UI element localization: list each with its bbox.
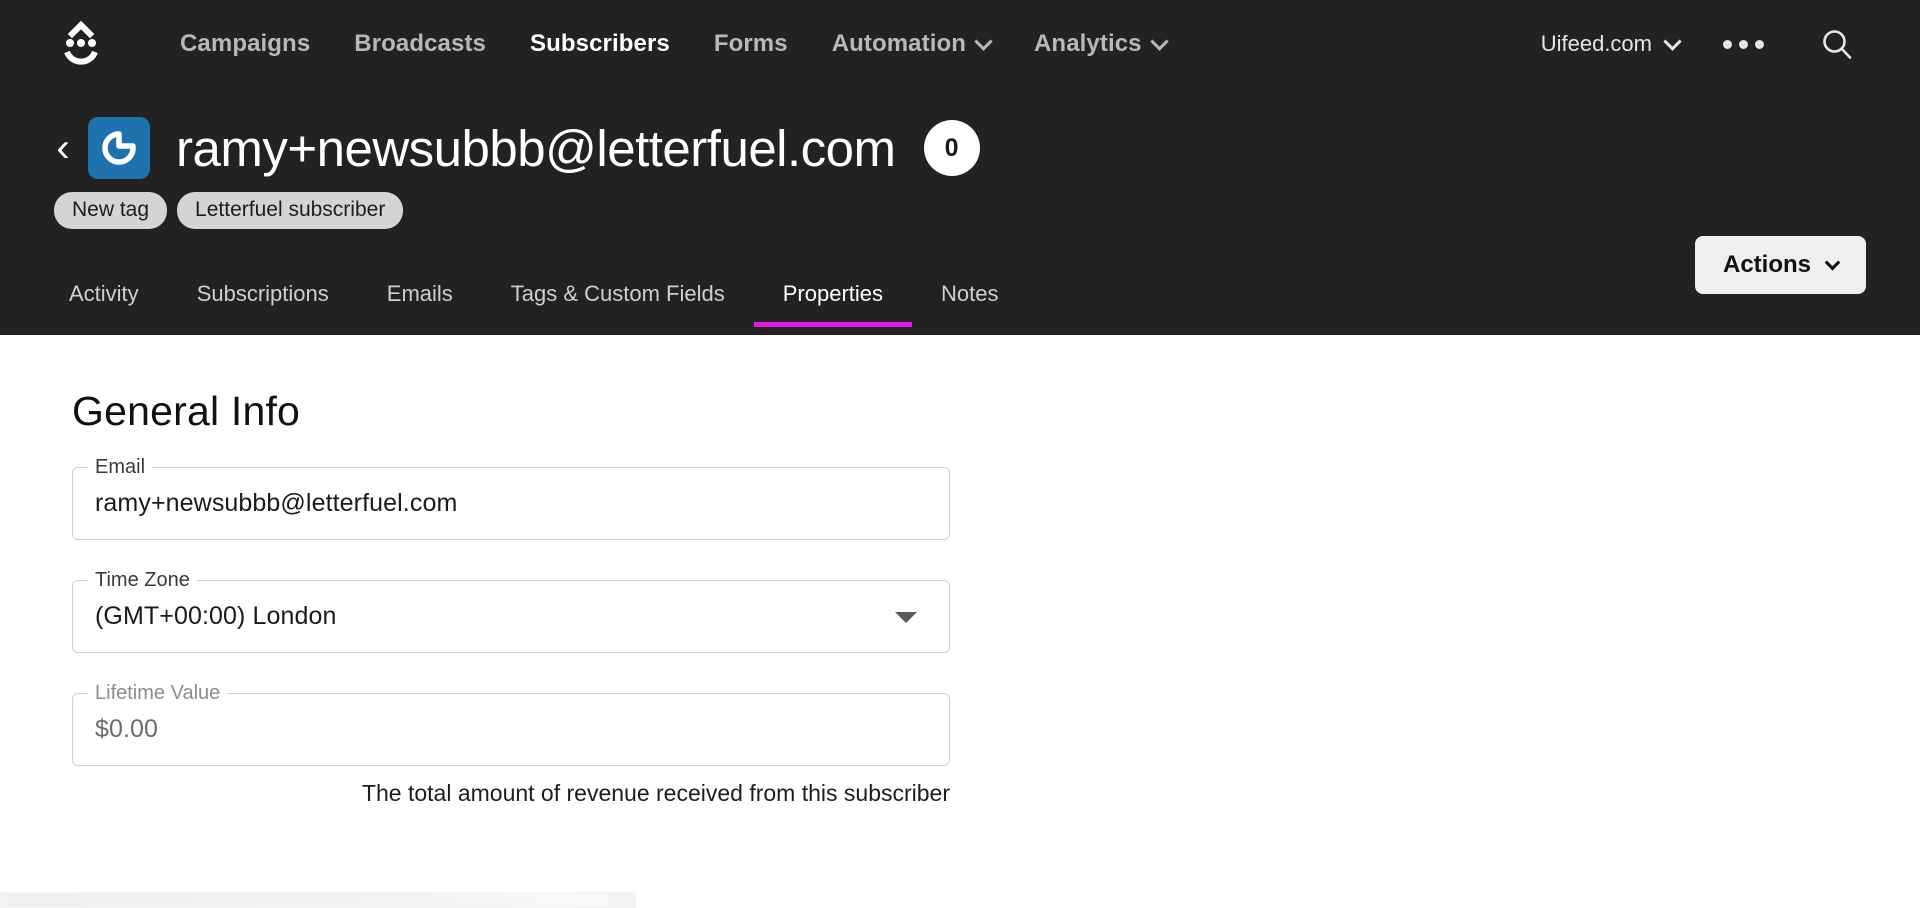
tab-label: Activity xyxy=(69,281,139,307)
lifetime-value-field-value: $0.00 xyxy=(95,715,159,743)
account-switcher[interactable]: Uifeed.com xyxy=(1527,31,1693,57)
page-title: ramy+newsubbb@letterfuel.com xyxy=(176,119,896,177)
nav-item-label: Broadcasts xyxy=(354,30,486,57)
tag-chip[interactable]: New tag xyxy=(54,192,168,230)
subscriber-header: ‹ ramy+newsubbb@letterfuel.com 0 New tag… xyxy=(0,106,1920,294)
status-badge: 0 xyxy=(923,120,980,176)
tab-tags-custom-fields[interactable]: Tags & Custom Fields xyxy=(482,281,754,327)
nav-item-analytics[interactable]: Analytics xyxy=(1012,30,1188,58)
lifetime-value-helper-text: The total amount of revenue received fro… xyxy=(361,780,950,806)
tag-list: New tag Letterfuel subscriber xyxy=(54,192,1866,230)
clipped-footer-row xyxy=(0,892,636,908)
nav-item-label: Automation xyxy=(831,30,966,57)
ellipsis-icon xyxy=(1723,39,1732,49)
actions-button[interactable]: Actions xyxy=(1694,236,1866,294)
convertkit-logo-icon[interactable] xyxy=(54,17,108,71)
tab-subscriptions[interactable]: Subscriptions xyxy=(168,281,358,327)
email-field-group: Email ramy+newsubbb@letterfuel.com xyxy=(72,457,950,540)
tag-chip[interactable]: Letterfuel subscriber xyxy=(177,192,404,230)
nav-item-label: Subscribers xyxy=(530,30,670,57)
select-caret-icon xyxy=(895,611,917,623)
tab-activity[interactable]: Activity xyxy=(40,281,168,327)
timezone-field-group: Time Zone (GMT+00:00) London xyxy=(72,570,950,653)
ellipsis-icon xyxy=(1755,39,1764,49)
avatar xyxy=(88,117,150,179)
tab-label: Emails xyxy=(386,281,453,307)
tab-label: Notes xyxy=(941,281,999,307)
nav-links: Campaigns Broadcasts Subscribers Forms A… xyxy=(158,30,1188,58)
tab-properties[interactable]: Properties xyxy=(753,281,913,328)
nav-item-label: Campaigns xyxy=(180,30,311,57)
chevron-down-icon xyxy=(1824,254,1841,270)
actions-button-label: Actions xyxy=(1722,251,1811,278)
nav-item-campaigns[interactable]: Campaigns xyxy=(158,30,332,58)
search-button[interactable] xyxy=(1794,27,1866,61)
nav-right-cluster: Uifeed.com xyxy=(1527,27,1866,61)
account-name: Uifeed.com xyxy=(1540,31,1652,56)
app-header: Campaigns Broadcasts Subscribers Forms A… xyxy=(0,0,1920,335)
email-field-label: Email xyxy=(88,457,153,477)
tab-notes[interactable]: Notes xyxy=(912,281,1027,327)
nav-item-broadcasts[interactable]: Broadcasts xyxy=(332,30,508,58)
back-chevron-icon[interactable]: ‹ xyxy=(46,128,80,168)
tab-label: Properties xyxy=(782,281,884,307)
ellipsis-icon xyxy=(1739,39,1748,49)
chevron-down-icon xyxy=(1149,31,1169,51)
main-navigation: Campaigns Broadcasts Subscribers Forms A… xyxy=(0,0,1920,88)
clipped-footer-content xyxy=(8,894,608,906)
nav-item-forms[interactable]: Forms xyxy=(692,30,810,58)
search-icon xyxy=(1823,30,1852,59)
email-field-value: ramy+newsubbb@letterfuel.com xyxy=(95,489,458,517)
lifetime-value-field-group: Lifetime Value $0.00 The total amount of… xyxy=(72,683,950,807)
chevron-down-icon xyxy=(974,31,993,51)
gravatar-icon xyxy=(102,131,136,165)
nav-item-subscribers[interactable]: Subscribers xyxy=(508,30,692,58)
nav-item-automation[interactable]: Automation xyxy=(810,30,1012,58)
subscriber-title-row: ‹ ramy+newsubbb@letterfuel.com 0 xyxy=(54,106,1866,190)
nav-item-label: Forms xyxy=(713,30,788,57)
properties-panel: General Info Email ramy+newsubbb@letterf… xyxy=(0,335,1920,908)
chevron-down-icon xyxy=(1663,31,1682,51)
tab-label: Tags & Custom Fields xyxy=(510,281,725,307)
tab-emails[interactable]: Emails xyxy=(358,281,482,327)
timezone-field-value: (GMT+00:00) London xyxy=(95,602,337,630)
overflow-menu-button[interactable] xyxy=(1693,30,1794,59)
nav-item-label: Analytics xyxy=(1034,30,1142,57)
section-title: General Info xyxy=(72,388,301,434)
email-field[interactable]: Email ramy+newsubbb@letterfuel.com xyxy=(72,457,950,540)
subscriber-tabs: Activity Subscriptions Emails Tags & Cus… xyxy=(0,259,1920,328)
timezone-field-label: Time Zone xyxy=(88,570,197,590)
lifetime-value-field: Lifetime Value $0.00 xyxy=(72,683,950,766)
lifetime-value-field-label: Lifetime Value xyxy=(88,683,228,703)
tab-label: Subscriptions xyxy=(196,281,329,307)
timezone-select[interactable]: Time Zone (GMT+00:00) London xyxy=(72,570,950,653)
